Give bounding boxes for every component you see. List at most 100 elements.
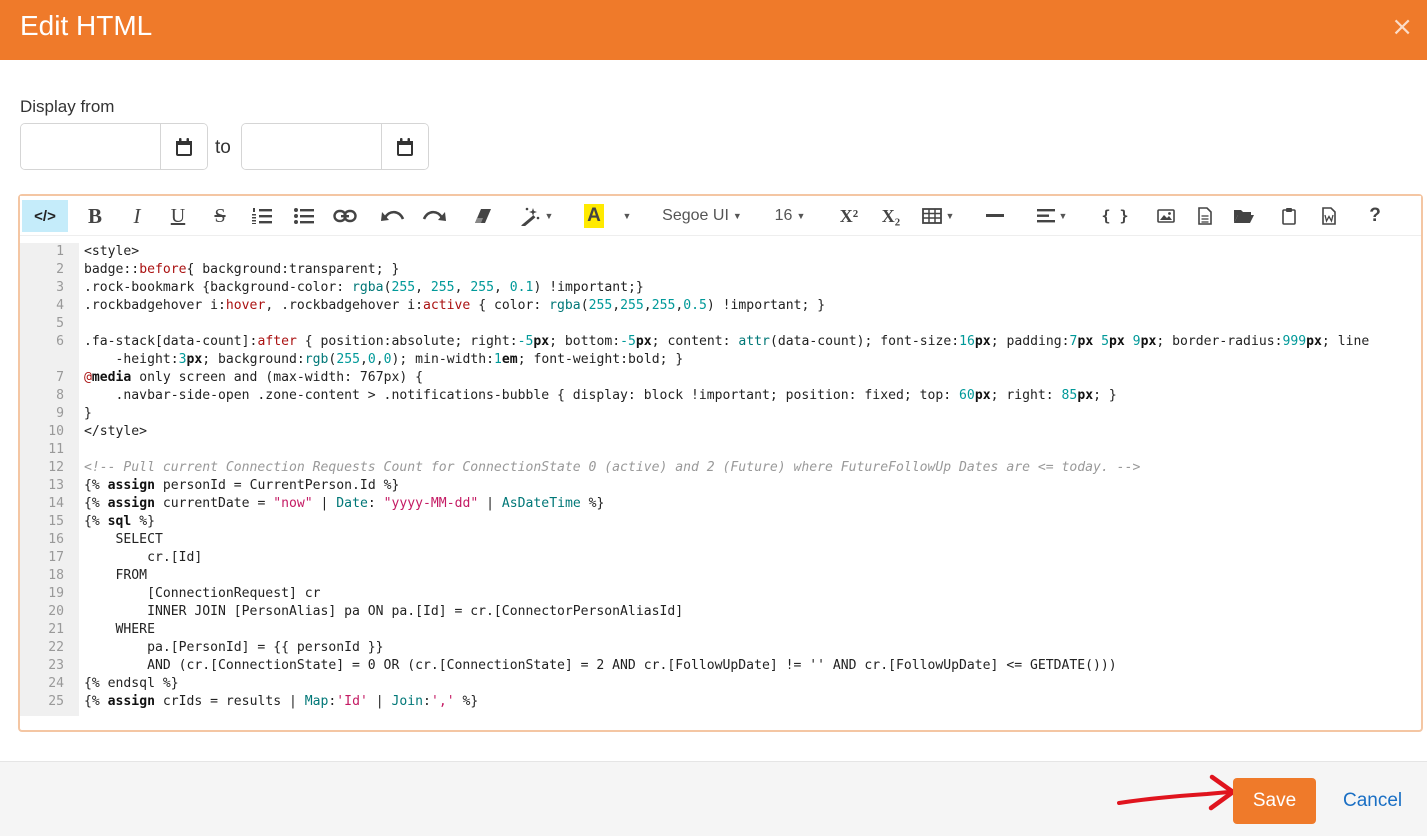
code-token: 85 <box>1061 388 1078 403</box>
code-token: .fa-stack[data-count]: <box>84 334 258 349</box>
code-token: , <box>612 298 621 313</box>
code-token: AND (cr.[ConnectionState] = 0 OR (cr.[Co… <box>84 658 1117 673</box>
lava-commands-button[interactable]: { } <box>1100 200 1130 232</box>
code-token: ; line <box>1321 334 1370 349</box>
unordered-list-icon <box>294 208 314 224</box>
code-token: ) !important; } <box>706 298 826 313</box>
code-token: {% <box>84 496 108 511</box>
underline-button[interactable]: U <box>165 200 191 232</box>
unordered-list-button[interactable] <box>290 200 318 232</box>
code-token: px <box>1140 334 1157 349</box>
code-view-icon: </> <box>34 207 56 225</box>
code-token: , <box>375 352 384 367</box>
font-size-select[interactable]: 16 ▼ <box>768 200 812 232</box>
code-token: -5 <box>517 334 534 349</box>
strikethrough-button[interactable]: S <box>207 200 233 232</box>
code-token: [ConnectionRequest] cr <box>84 586 321 601</box>
code-token: , <box>494 280 510 295</box>
superscript-button[interactable]: X² <box>835 200 863 232</box>
table-button[interactable]: ▼ <box>917 200 959 232</box>
line-number: 15 <box>48 514 64 529</box>
code-line: 11 <box>20 441 1421 459</box>
code-line-text: <style> <box>84 243 139 261</box>
code-token: 0.1 <box>509 280 534 295</box>
code-token: ( <box>580 298 589 313</box>
horizontal-rule-button[interactable] <box>982 200 1008 232</box>
highlight-color-button[interactable]: A <box>582 200 606 232</box>
end-date-input[interactable] <box>242 124 381 169</box>
close-icon[interactable]: × <box>1391 12 1413 42</box>
line-number: 8 <box>56 388 64 403</box>
file-browser-button[interactable] <box>1230 200 1258 232</box>
paste-from-word-button[interactable] <box>1317 200 1341 232</box>
calendar-icon[interactable] <box>381 124 428 169</box>
code-token: cr.[Id] <box>84 550 203 565</box>
paste-button[interactable] <box>1277 200 1301 232</box>
chevron-down-icon: ▼ <box>1058 211 1068 221</box>
line-number: 3 <box>56 280 64 295</box>
link-icon <box>333 209 357 223</box>
italic-icon: I <box>133 203 141 228</box>
italic-button[interactable]: I <box>124 200 150 232</box>
underline-icon: U <box>170 204 186 227</box>
code-token: px <box>635 334 652 349</box>
line-number: 2 <box>56 262 64 277</box>
code-line: 13 {% assign personId = CurrentPerson.Id … <box>20 477 1421 495</box>
code-token: {% endsql %} <box>84 676 179 691</box>
subscript-icon: X₂ <box>881 205 901 226</box>
style-wand-button[interactable]: ▼ <box>515 200 557 232</box>
font-family-select[interactable]: Segoe UI ▼ <box>652 200 752 232</box>
line-number: 24 <box>48 676 64 691</box>
code-line-text: .rock-bookmark {background-color: rgba(2… <box>84 279 644 297</box>
code-editor-area[interactable]: 1 <style> 2 badge::before{ background:trans… <box>20 243 1421 716</box>
calendar-icon[interactable] <box>160 124 207 169</box>
line-number: 18 <box>48 568 64 583</box>
clear-formatting-button[interactable] <box>470 200 496 232</box>
line-number: 22 <box>48 640 64 655</box>
code-token: {% <box>84 514 108 529</box>
redo-button[interactable] <box>420 200 448 232</box>
line-number: 12 <box>48 460 64 475</box>
code-line-text: <!-- Pull current Connection Requests Co… <box>84 459 1140 477</box>
code-token: -height: <box>84 352 179 367</box>
insert-document-button[interactable] <box>1192 200 1218 232</box>
code-token: %} <box>580 496 605 511</box>
code-view-button[interactable]: </> <box>22 200 68 232</box>
line-number: 7 <box>56 370 64 385</box>
code-line-text: badge::before{ background:transparent; } <box>84 261 399 279</box>
html-editor: </> B I U S ▼ A ▼ Segoe UI ▼ 16 ▼ X² X₂ … <box>18 194 1423 732</box>
start-date-input[interactable] <box>21 124 160 169</box>
start-date-picker <box>20 123 208 170</box>
code-line: 1 <style> <box>20 243 1421 261</box>
highlight-icon: A <box>584 204 604 228</box>
ordered-list-button[interactable] <box>248 200 276 232</box>
code-line: 6 .fa-stack[data-count]:after { position:… <box>20 333 1421 351</box>
line-number: 11 <box>48 442 64 457</box>
code-token: : <box>367 496 384 511</box>
magic-wand-icon <box>520 207 539 226</box>
dialog-header: Edit HTML × <box>0 0 1427 60</box>
cancel-button[interactable]: Cancel <box>1343 790 1402 812</box>
code-line-text: .navbar-side-open .zone-content > .notif… <box>84 387 1117 405</box>
code-token: media <box>91 370 132 385</box>
code-token: assign <box>107 478 155 493</box>
eraser-icon <box>475 209 491 223</box>
code-token: px <box>1109 334 1125 349</box>
code-line-text: </style> <box>84 423 147 441</box>
link-button[interactable] <box>330 200 360 232</box>
code-line: 22 pa.[PersonId] = {{ personId }} <box>20 639 1421 657</box>
code-line-text: {% assign personId = CurrentPerson.Id %} <box>84 477 399 495</box>
help-button[interactable]: ? <box>1363 200 1387 232</box>
insert-image-button[interactable] <box>1153 200 1179 232</box>
strikethrough-icon: S <box>214 204 226 227</box>
undo-button[interactable] <box>379 200 407 232</box>
code-token: "now" <box>273 496 313 511</box>
paragraph-align-button[interactable]: ▼ <box>1030 200 1074 232</box>
save-button[interactable]: Save <box>1233 778 1316 824</box>
code-token: | <box>367 694 392 709</box>
subscript-button[interactable]: X₂ <box>877 200 905 232</box>
line-number: 13 <box>48 478 64 493</box>
bold-button[interactable]: B <box>82 200 108 232</box>
code-line: 17 cr.[Id] <box>20 549 1421 567</box>
highlight-color-dropdown[interactable]: ▼ <box>618 200 636 232</box>
